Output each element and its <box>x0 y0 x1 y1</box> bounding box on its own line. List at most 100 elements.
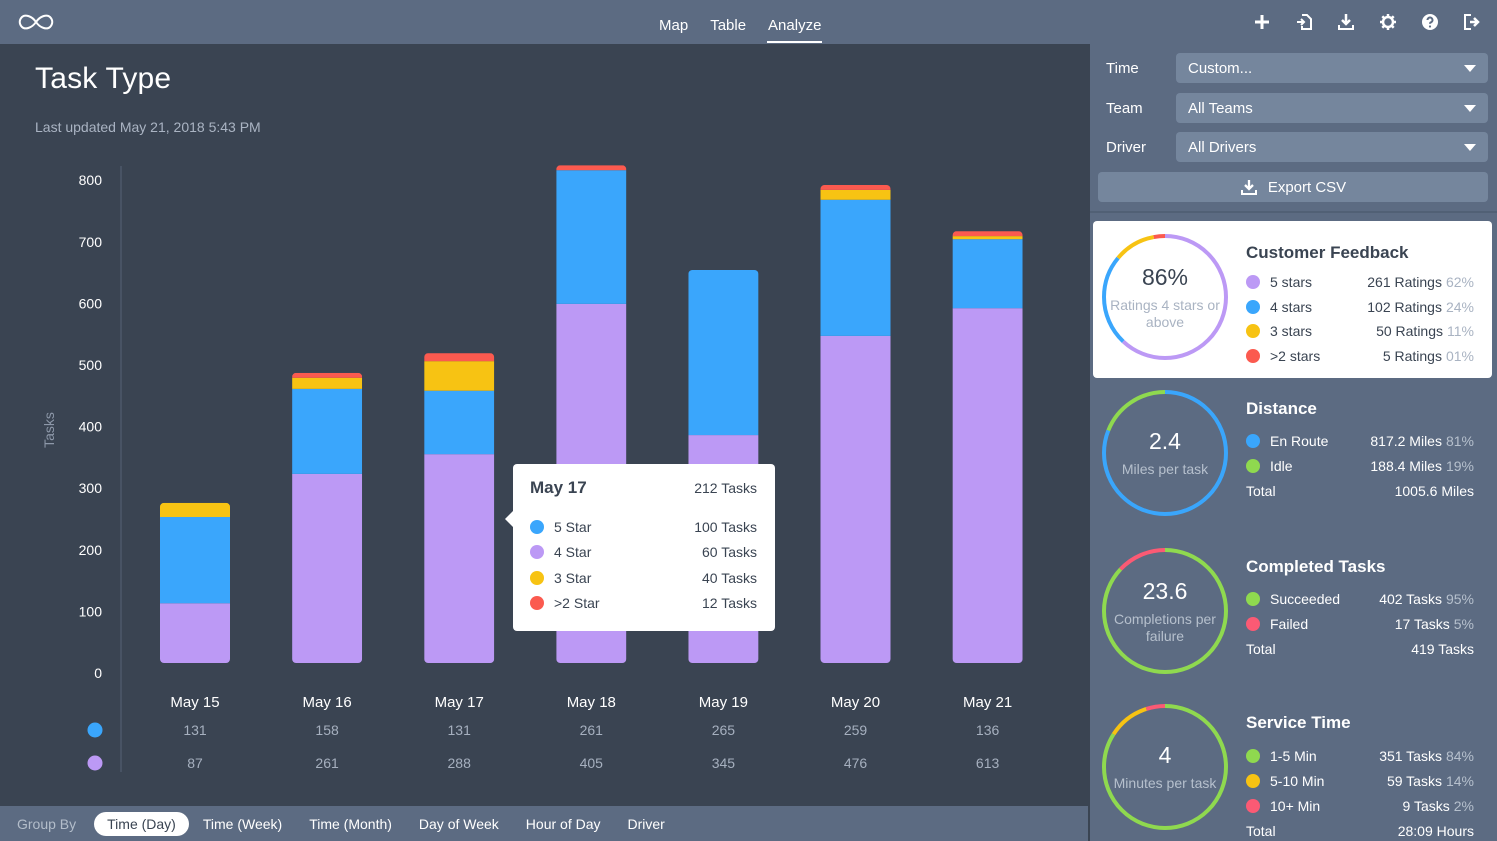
time-select[interactable]: Custom... <box>1176 53 1488 83</box>
tooltip-row-label: 4 Star <box>554 544 592 561</box>
tab-map[interactable]: Map <box>648 0 699 44</box>
sidebar-divider <box>1090 211 1497 213</box>
legend-row: 3 stars 50 Ratings 11% <box>1246 319 1474 344</box>
time-select-value: Custom... <box>1188 59 1253 77</box>
import-icon[interactable] <box>1293 11 1315 33</box>
bar-stack[interactable] <box>292 372 363 663</box>
download-icon[interactable] <box>1335 11 1357 33</box>
bar-segment-3star[interactable] <box>424 361 495 391</box>
bar-segment-4star[interactable] <box>424 454 495 663</box>
logout-icon[interactable] <box>1461 11 1483 33</box>
bar-segment-5star[interactable] <box>292 388 363 474</box>
bar-stack[interactable] <box>952 231 1023 663</box>
bar-segment-5star[interactable] <box>424 390 495 455</box>
bar-segment-2star[interactable] <box>292 372 363 378</box>
legend-dot <box>530 570 544 585</box>
legend-total-row: Total 1005.6 Miles <box>1246 478 1474 503</box>
table-cell-value: 259 <box>844 722 868 738</box>
legend-percent: 24% <box>1445 298 1474 315</box>
table-cell-value: 613 <box>976 755 1000 771</box>
legend-value: 261 Ratings <box>1367 274 1442 291</box>
bar-segment-3star[interactable] <box>160 502 230 518</box>
legend-label: >2 stars <box>1270 347 1321 364</box>
card-title: Service Time <box>1246 713 1351 732</box>
table-cell-value: 265 <box>712 722 736 738</box>
bar-segment-5star[interactable] <box>556 170 627 304</box>
export-csv-label: Export CSV <box>1267 178 1347 196</box>
bar-segment-3star[interactable] <box>820 189 891 200</box>
table-cell-value: 261 <box>580 722 604 738</box>
y-tick-label: 400 <box>79 419 103 435</box>
table-cell-value: 158 <box>315 722 339 738</box>
legend-total-value: 419 Tasks <box>1411 640 1474 657</box>
card-title: Completed Tasks <box>1246 557 1386 576</box>
bar-segment-4star[interactable] <box>292 473 363 663</box>
legend-dot <box>1246 798 1260 813</box>
card-legend: 1-5 Min 351 Tasks 84% 5-10 Min 59 Tasks 14% 10… <box>1246 743 1474 841</box>
group-option-time-month[interactable]: Time (Month) <box>296 812 405 836</box>
tooltip-row: 4 Star 60 Tasks <box>530 540 757 566</box>
bar-segment-2star[interactable] <box>556 165 627 171</box>
filter-time: Time Custom... <box>1106 53 1488 83</box>
legend-value: 351 Tasks <box>1379 747 1442 764</box>
bar-segment-5star[interactable] <box>688 269 759 436</box>
tab-table[interactable]: Table <box>699 0 757 44</box>
infinity-icon[interactable] <box>17 11 55 33</box>
legend-row: 10+ Min 9 Tasks 2% <box>1246 793 1474 818</box>
y-tick-label: 700 <box>79 234 103 250</box>
bar-segment-3star[interactable] <box>952 236 1023 240</box>
x-category-label: May 20 <box>831 694 880 711</box>
export-csv-button[interactable]: Export CSV <box>1098 172 1488 202</box>
filter-driver: Driver All Drivers <box>1106 132 1488 162</box>
bar-segment-5star[interactable] <box>820 199 891 336</box>
legend-total-label: Total <box>1246 640 1276 657</box>
bar-segment-5star[interactable] <box>160 517 230 604</box>
legend-row: En Route 817.2 Miles 81% <box>1246 428 1474 453</box>
bar-segment-5star[interactable] <box>952 239 1023 309</box>
legend-percent: 11% <box>1447 323 1474 340</box>
table-cell-value: 288 <box>448 755 472 771</box>
legend-dot <box>1246 299 1260 314</box>
group-option-hour-of-day[interactable]: Hour of Day <box>513 812 614 836</box>
plus-icon[interactable] <box>1251 11 1273 33</box>
help-icon[interactable] <box>1419 11 1441 33</box>
group-by-label: Group By <box>17 815 77 832</box>
donut-center: 23.6 Completions per failure <box>1101 547 1229 675</box>
tab-analyze[interactable]: Analyze <box>757 0 832 44</box>
legend-value: 188.4 Miles <box>1370 457 1442 474</box>
bar-segment-4star[interactable] <box>952 308 1023 663</box>
legend-dot <box>1246 348 1260 363</box>
bar-segment-2star[interactable] <box>952 231 1023 237</box>
legend-dot <box>1246 591 1260 606</box>
tooltip-row-label: >2 Star <box>554 595 600 612</box>
gear-icon[interactable] <box>1377 11 1399 33</box>
stat-value: 4 <box>1158 742 1172 768</box>
bar-stack[interactable] <box>424 353 495 663</box>
filter-time-label: Time <box>1106 59 1139 77</box>
group-option-time-week[interactable]: Time (Week) <box>190 812 295 836</box>
bar-segment-4star[interactable] <box>820 335 891 663</box>
bar-segment-3star[interactable] <box>292 377 363 389</box>
card-legend: 5 stars 261 Ratings 62% 4 stars 102 Ratings 2… <box>1246 270 1474 368</box>
legend-label: Failed <box>1270 615 1309 632</box>
group-option-day-of-week[interactable]: Day of Week <box>406 812 512 836</box>
driver-select[interactable]: All Drivers <box>1176 132 1488 162</box>
legend-dot <box>530 519 544 534</box>
team-select[interactable]: All Teams <box>1176 93 1488 123</box>
bar-segment-2star[interactable] <box>424 353 495 362</box>
bar-stack[interactable] <box>160 502 230 663</box>
bar-stack[interactable] <box>820 184 891 663</box>
chart-tooltip: May 17 212 Tasks 5 Star 100 Tasks 4 Star 60… <box>505 464 775 631</box>
table-row-legend-dot <box>87 755 103 771</box>
stat-caption: Completions per failure <box>1114 610 1216 644</box>
legend-value: 59 Tasks <box>1386 772 1442 789</box>
bar-segment-2star[interactable] <box>820 184 891 190</box>
legend-percent: 62% <box>1445 274 1474 291</box>
legend-total-value: 1005.6 Miles <box>1394 482 1474 499</box>
group-option-time-day[interactable]: Time (Day) <box>94 811 189 836</box>
legend-total-label: Total <box>1246 822 1276 839</box>
legend-label: 1-5 Min <box>1270 747 1317 764</box>
bar-segment-4star[interactable] <box>160 603 230 663</box>
legend-dot <box>1246 324 1260 339</box>
group-option-driver[interactable]: Driver <box>615 812 678 836</box>
